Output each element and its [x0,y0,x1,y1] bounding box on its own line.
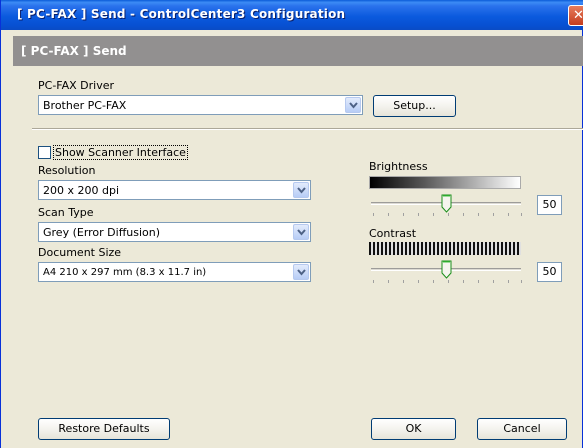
window-title: [ PC-FAX ] Send - ControlCenter3 Configu… [17,7,346,21]
title-bar[interactable]: [ PC-FAX ] Send - ControlCenter3 Configu… [1,0,583,30]
driver-select-value: Brother PC-FAX [43,99,127,112]
close-icon: ✕ [573,8,583,23]
slider-thumb-icon[interactable] [441,194,452,213]
restore-defaults-button[interactable]: Restore Defaults [38,418,170,440]
resolution-label: Resolution [38,164,96,177]
setup-button[interactable]: Setup... [373,95,456,117]
document-size-label: Document Size [38,246,122,259]
chevron-down-icon[interactable] [293,264,309,280]
section-header-title: [ PC-FAX ] Send [21,44,127,58]
separator [32,128,583,130]
contrast-pattern-bar [369,242,521,255]
chevron-down-icon[interactable] [345,97,361,113]
contrast-label: Contrast [369,227,417,240]
cancel-button[interactable]: Cancel [477,418,567,440]
contrast-ticks [371,280,523,284]
driver-select[interactable]: Brother PC-FAX [38,95,363,115]
scan-type-select[interactable]: Grey (Error Diffusion) [38,222,311,242]
resolution-select-value: 200 x 200 dpi [43,184,120,197]
scan-type-label: Scan Type [38,206,94,219]
ok-button[interactable]: OK [371,418,456,440]
show-scanner-interface-label[interactable]: Show Scanner Interface [53,145,188,160]
contrast-value-field[interactable]: 50 [537,262,562,282]
slider-thumb-icon[interactable] [441,260,452,279]
brightness-label: Brightness [369,160,428,173]
resolution-select[interactable]: 200 x 200 dpi [38,180,311,200]
brightness-ticks [371,213,523,217]
section-header: [ PC-FAX ] Send [13,36,583,66]
chevron-down-icon[interactable] [293,224,309,240]
close-button[interactable]: ✕ [568,5,583,26]
brightness-gradient-bar [369,176,521,189]
driver-label: PC-FAX Driver [38,79,115,92]
document-size-select[interactable]: A4 210 x 297 mm (8.3 x 11.7 in) [38,262,311,282]
chevron-down-icon[interactable] [293,182,309,198]
dialog-window: [ PC-FAX ] Send - ControlCenter3 Configu… [0,0,583,448]
brightness-value-field[interactable]: 50 [537,195,562,215]
show-scanner-interface-checkbox[interactable] [38,146,51,159]
scan-type-select-value: Grey (Error Diffusion) [43,226,161,239]
document-size-select-value: A4 210 x 297 mm (8.3 x 11.7 in) [43,267,207,278]
